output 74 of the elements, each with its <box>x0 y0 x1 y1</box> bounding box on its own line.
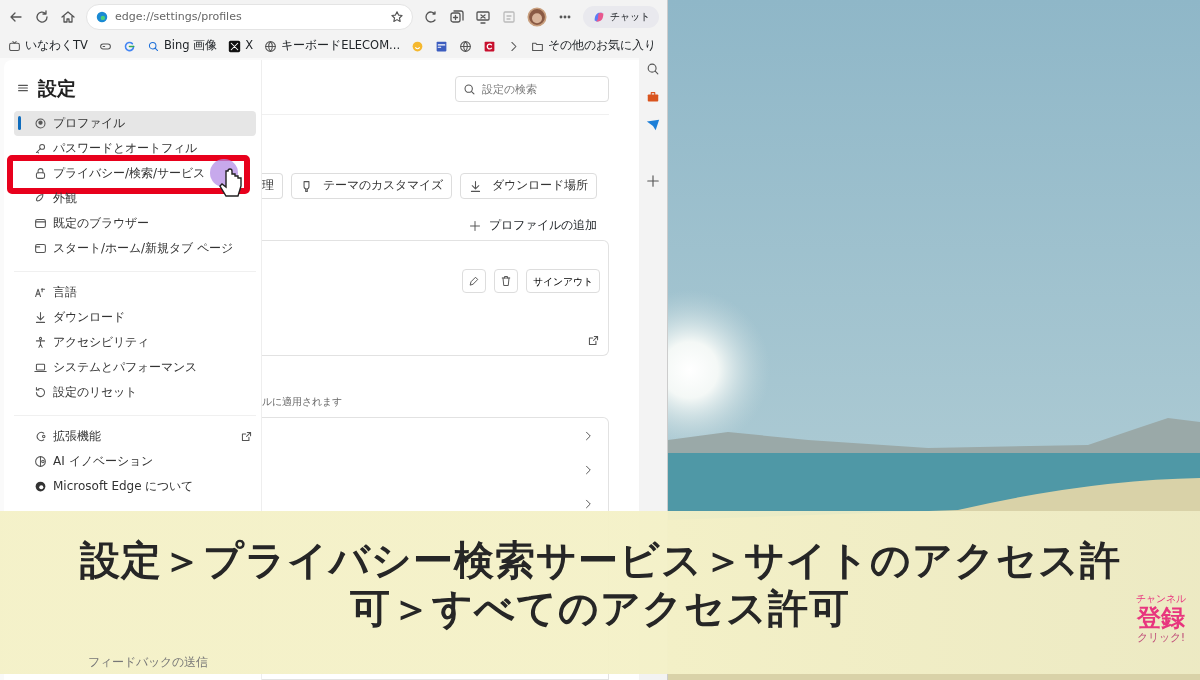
search-icon <box>463 83 476 96</box>
edge-logo-icon <box>95 10 109 24</box>
home-icon[interactable] <box>60 9 76 25</box>
bookmark[interactable]: X <box>228 37 254 55</box>
nav-item[interactable]: 設定のリセット <box>14 379 256 405</box>
subscribe-caption: クリック! <box>1136 632 1186 643</box>
window-icon <box>34 241 47 255</box>
browser-icon <box>34 216 47 230</box>
tv-icon <box>8 39 21 53</box>
g-logo-icon[interactable] <box>122 39 136 53</box>
nav-item[interactable]: 言語 <box>14 279 256 305</box>
calendar-icon[interactable] <box>435 39 449 53</box>
profile-icon <box>34 116 47 130</box>
address-text: edge://settings/profiles <box>115 8 242 25</box>
action-button[interactable]: ダウンロード場所 <box>460 173 597 199</box>
external-link-icon <box>240 429 253 443</box>
c-logo-icon[interactable] <box>483 39 497 53</box>
refresh-icon[interactable] <box>34 9 50 25</box>
lock-icon <box>34 166 47 180</box>
nav-item[interactable]: 外観 <box>14 185 256 211</box>
feedback-link[interactable]: フィードバックの送信 <box>88 654 208 672</box>
edge-logo-icon <box>34 479 47 493</box>
trash-icon <box>500 275 512 288</box>
nav-item[interactable]: 既定のブラウザー <box>14 210 256 236</box>
action-button[interactable]: テーマのカスタマイズ <box>291 173 452 199</box>
tab-group-icon[interactable] <box>449 9 465 25</box>
accessibility-icon <box>34 335 47 349</box>
external-link-icon[interactable] <box>587 334 600 348</box>
download-icon <box>469 179 482 193</box>
copilot-logo-icon <box>592 10 606 24</box>
download-icon <box>34 310 47 324</box>
subscribe-caption: チャンネル <box>1136 594 1186 604</box>
star-icon[interactable] <box>390 10 404 24</box>
pencil-icon <box>468 275 480 288</box>
add-profile-button[interactable]: プロファイルの追加 <box>461 213 605 239</box>
plus-icon[interactable] <box>646 174 660 188</box>
bookmark[interactable]: キーボードELECOM... <box>264 37 401 55</box>
caption-line: 可＞すべてのアクセス許可 <box>350 584 850 632</box>
search-icon <box>146 39 160 53</box>
x-logo-icon <box>228 39 242 53</box>
nav-item[interactable]: システムとパフォーマンス <box>14 354 256 380</box>
nav-item[interactable]: アクセシビリティ <box>14 329 256 355</box>
paper-plane-icon[interactable] <box>646 118 660 132</box>
briefcase-icon[interactable] <box>646 90 660 104</box>
copilot-button[interactable]: チャット <box>583 6 659 28</box>
nav-item[interactable]: ダウンロード <box>14 304 256 330</box>
delete-button[interactable] <box>494 269 518 294</box>
action-button[interactable]: 理 <box>262 173 283 199</box>
nav-item[interactable]: スタート/ホーム/新規タブ ページ <box>14 235 256 261</box>
nav-item[interactable]: 拡張機能 <box>14 423 256 449</box>
selection-indicator <box>18 115 21 130</box>
language-icon <box>34 285 47 299</box>
nav-item[interactable]: Microsoft Edge について <box>14 473 256 499</box>
search-icon[interactable] <box>646 62 660 76</box>
edit-button[interactable] <box>462 269 486 294</box>
settings-title: 設定 <box>38 76 76 101</box>
key-icon <box>34 141 47 155</box>
bookmark[interactable]: Bing 画像 <box>146 37 218 55</box>
bookmark[interactable]: その他のお気に入り <box>531 37 657 55</box>
plus-icon <box>469 219 481 232</box>
search-field[interactable]: 設定の検索 <box>455 76 609 102</box>
sign-out-button[interactable]: サインアウト <box>526 269 600 294</box>
address-bar[interactable]: edge://settings/profiles <box>86 4 413 30</box>
avatar-icon[interactable] <box>527 7 547 27</box>
description-text: ルに適用されます <box>262 395 343 410</box>
nav-item[interactable]: プロファイル <box>14 110 256 136</box>
screen-icon[interactable] <box>475 9 491 25</box>
globe-icon <box>264 39 278 53</box>
reset-icon <box>34 385 47 399</box>
nav-item[interactable]: AI イノベーション <box>14 448 256 474</box>
caption-line: 設定＞プライバシー検索サービス＞サイトのアクセス許 <box>79 537 1121 585</box>
bookmark[interactable]: いなわくTV <box>8 37 88 55</box>
globe-icon[interactable] <box>459 39 473 53</box>
circular-arrow-icon[interactable] <box>423 9 439 25</box>
